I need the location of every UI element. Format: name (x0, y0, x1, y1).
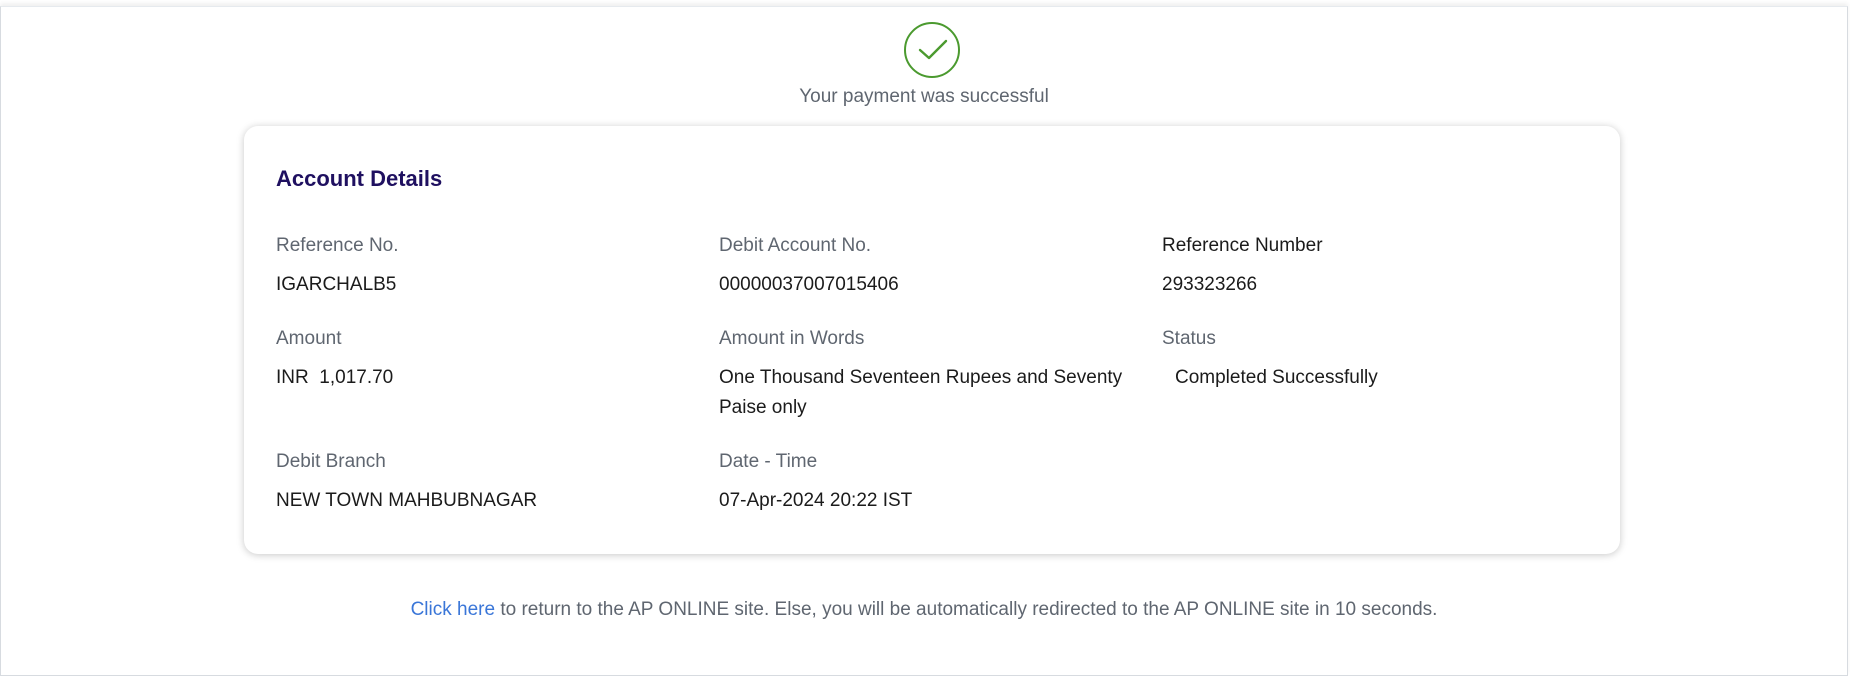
click-here-link[interactable]: Click here (411, 599, 495, 620)
field-value: INR 1,017.70 (276, 367, 394, 388)
status-value: Completed Successfully (1175, 367, 1378, 388)
field-label: Date - Time (719, 451, 818, 472)
field-value: 293323266 (1162, 274, 1258, 295)
field-value: 07-Apr-2024 20:22 IST (719, 490, 913, 511)
field-reference-no: Reference No. IGARCHALB5 (276, 234, 696, 300)
field-amount-in-words: Amount in Words One Thousand Seventeen R… (719, 327, 1144, 423)
field-label: Reference No. (276, 235, 399, 256)
field-label: Reference Number (1162, 235, 1323, 256)
checkmark-icon (918, 39, 948, 60)
field-label: Status (1162, 328, 1216, 349)
redirect-notice: Click here to return to the AP ONLINE si… (1, 599, 1847, 621)
account-details-card: Account Details Reference No. IGARCHALB5… (244, 126, 1620, 554)
field-date-time: Date - Time 07-Apr-2024 20:22 IST (719, 450, 1139, 516)
field-label: Debit Account No. (719, 235, 872, 256)
field-amount: Amount INR 1,017.70 (276, 327, 696, 393)
field-debit-account-no: Debit Account No. 00000037007015406 (719, 234, 1139, 300)
card-title: Account Details (276, 166, 443, 191)
redirect-text: to return to the AP ONLINE site. Else, y… (495, 599, 1438, 620)
field-value: 00000037007015406 (719, 274, 899, 295)
field-value: IGARCHALB5 (276, 274, 397, 295)
check-circle-icon (904, 22, 960, 78)
field-debit-branch: Debit Branch NEW TOWN MAHBUBNAGAR (276, 450, 696, 516)
field-reference-number: Reference Number 293323266 (1162, 234, 1582, 300)
success-message: Your payment was successful (799, 86, 1049, 107)
field-label: Debit Branch (276, 451, 386, 472)
field-status: Status Completed Successfully (1162, 327, 1582, 393)
field-label: Amount in Words (719, 328, 865, 349)
payment-result-page: Your payment was successful Account Deta… (0, 6, 1848, 676)
field-label: Amount (276, 328, 342, 349)
field-value: NEW TOWN MAHBUBNAGAR (276, 490, 538, 511)
field-value: One Thousand Seventeen Rupees and Sevent… (719, 367, 1123, 418)
